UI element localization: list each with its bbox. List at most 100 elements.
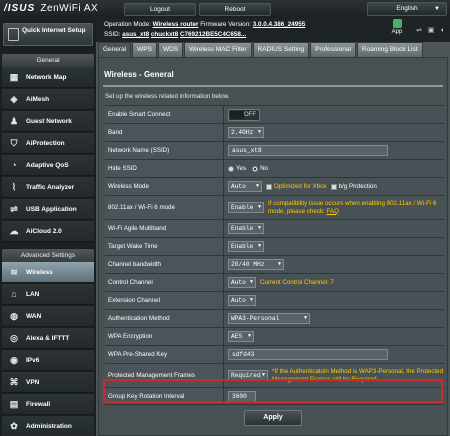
toggle-knob [230,110,244,119]
language-select[interactable]: English ▼ [367,2,447,16]
chevron-down-icon: ▼ [249,279,253,285]
quick-internet-setup-button[interactable]: Quick Internet Setup [3,23,93,46]
faq-link[interactable]: FAQ [327,208,339,215]
tab-wds[interactable]: WDS [157,42,184,57]
tab-professional[interactable]: Professional [310,42,356,57]
language-value: English [396,5,418,12]
chevron-down-icon: ▼ [261,372,265,378]
row-label: Network Name (SSID) [105,142,224,159]
firmware-link[interactable]: 3.0.0.4.386_24955 [253,21,306,28]
radio-label: No [260,165,269,172]
app-label: App [391,29,403,35]
row-extension-channel: Extension Channel Auto ▼ [105,291,444,309]
ssid-label: SSID: [104,31,121,38]
row-auth-method: Authentication Method WPA3-Personal ▼ [105,309,444,327]
wireless-mode-value: Auto [231,183,246,190]
sidebar-item-wan[interactable]: ◍ WAN [2,306,94,327]
row-hide-ssid: Hide SSID Yes No [105,159,444,177]
ipv6-icon: ◉ [10,355,18,365]
agile-multiband-select[interactable]: Enable ▼ [228,223,264,234]
op-mode-link[interactable]: Wireless router [153,21,199,28]
bandwidth-select[interactable]: 20/40 MHz ▼ [228,259,284,270]
row-label: 802.11ax / Wi-Fi 6 mode [105,196,224,219]
general-section-title: General [2,54,94,67]
sidebar-item-guest-network[interactable]: ♟ Guest Network [2,111,94,132]
row-label: Target Wake Time [105,238,224,255]
band-select[interactable]: 2.4GHz ▼ [228,127,264,138]
bg-protection-label: b/g Protection [338,183,377,190]
ax-note-text: If compatibility issue occurs when enabl… [268,199,437,215]
hide-ssid-no-radio[interactable] [252,165,259,172]
auth-method-select[interactable]: WPA3-Personal ▼ [228,313,310,324]
row-label: Enable Smart Connect [105,106,224,123]
sidebar-item-ipv6[interactable]: ◉ IPv6 [2,350,94,371]
sidebar-item-aimesh[interactable]: ◈ AiMesh [2,89,94,110]
sidebar-item-traffic-analyzer[interactable]: ⌇ Traffic Analyzer [2,177,94,198]
sidebar-item-aiprotection[interactable]: ⛉ AiProtection [2,133,94,154]
tab-radius-setting[interactable]: RADIUS Setting [252,42,310,57]
network-status-icon[interactable]: ▣ [426,26,436,36]
app-button[interactable]: App [383,19,411,39]
sidebar-item-label: AiMesh [26,96,50,103]
alexa-icon: ◎ [10,333,18,343]
sidebar-item-administration[interactable]: ✿ Administration [2,416,94,436]
psk-input[interactable]: sdfd43 [228,349,388,360]
bg-protection-checkbox[interactable] [330,183,337,190]
sidebar-item-vpn[interactable]: ⌘ VPN [2,372,94,393]
main-content: General WPS WDS Wireless MAC Filter RADI… [96,42,450,436]
ssid-2: chuckxt8 [150,31,179,38]
operation-info: Operation Mode: Wireless router Firmware… [104,21,305,28]
tab-roaming-block-list[interactable]: Roaming Block List [356,42,423,57]
wireless-icon: ≋ [10,267,18,277]
control-channel-select[interactable]: Auto ▼ [228,277,256,288]
pmf-select[interactable]: Required ▼ [228,370,268,381]
row-label: Wireless Mode [105,178,224,195]
apply-button[interactable]: Apply [244,410,302,426]
wpa-encryption-select[interactable]: AES ▼ [228,331,254,342]
pmf-note: *If the Authenticatoin Method is WAP3-Pe… [272,367,444,383]
wireless-mode-select[interactable]: Auto ▼ [228,181,262,192]
brand-logo: /ISUS [4,3,36,14]
sidebar-item-label: Administration [26,423,72,430]
extension-channel-value: Auto [231,297,246,304]
tab-bar: General WPS WDS Wireless MAC Filter RADI… [96,42,450,57]
hide-ssid-yes-radio[interactable] [228,165,234,172]
sidebar-item-firewall[interactable]: ▤ Firewall [2,394,94,415]
notification-icon[interactable]: ◐ [438,26,448,36]
tab-wps[interactable]: WPS [132,42,157,57]
extension-channel-select[interactable]: Auto ▼ [228,295,256,306]
ssid-input[interactable]: asus_xt8 [228,145,388,156]
sidebar-item-wireless[interactable]: ≋ Wireless [2,262,94,283]
row-label: Authentication Method [105,310,224,327]
page-title: Wireless - General [104,70,174,79]
sidebar-item-adaptive-qos[interactable]: ◔ Adaptive QoS [2,155,94,176]
logout-button[interactable]: Logout [124,3,196,16]
aimesh-icon: ◈ [10,94,18,104]
bandwidth-value: 20/40 MHz [231,261,265,268]
row-agile-multiband: Wi-Fi Agile Multiband Enable ▼ [105,219,444,237]
reboot-button[interactable]: Reboot [199,3,271,16]
sidebar-item-lan[interactable]: ⌂ LAN [2,284,94,305]
lan-icon: ⌂ [11,289,17,299]
shield-icon: ⛉ [10,138,18,148]
xbox-label: Optimized for Xbox [274,182,327,190]
chevron-down-icon: ▼ [303,315,307,321]
tab-general[interactable]: General [98,42,132,57]
usb-status-icon[interactable]: ⇌ [414,26,424,36]
sidebar-item-alexa-ifttt[interactable]: ◎ Alexa & IFTTT [2,328,94,349]
rekey-interval-input[interactable]: 3600 [228,390,256,402]
qis-label: Quick Internet Setup [22,27,86,34]
chevron-down-icon: ▼ [247,333,251,339]
xbox-checkbox[interactable] [266,183,272,190]
twt-value: Enable [231,243,254,250]
chevron-down-icon: ▼ [257,129,261,135]
sidebar-item-aicloud[interactable]: ☁ AiCloud 2.0 [2,221,94,242]
smart-connect-toggle[interactable]: OFF [228,108,260,121]
twt-select[interactable]: Enable ▼ [228,241,264,252]
row-wireless-mode: Wireless Mode Auto ▼ Optimized for Xbox b… [105,177,444,195]
tab-wireless-mac-filter[interactable]: Wireless MAC Filter [184,42,252,57]
sidebar-item-network-map[interactable]: ▦ Network Map [2,67,94,88]
product-name: ZenWiFi AX [40,3,99,14]
ax-mode-select[interactable]: Enable ▼ [228,202,264,213]
sidebar-item-usb-application[interactable]: ⇌ USB Application [2,199,94,220]
